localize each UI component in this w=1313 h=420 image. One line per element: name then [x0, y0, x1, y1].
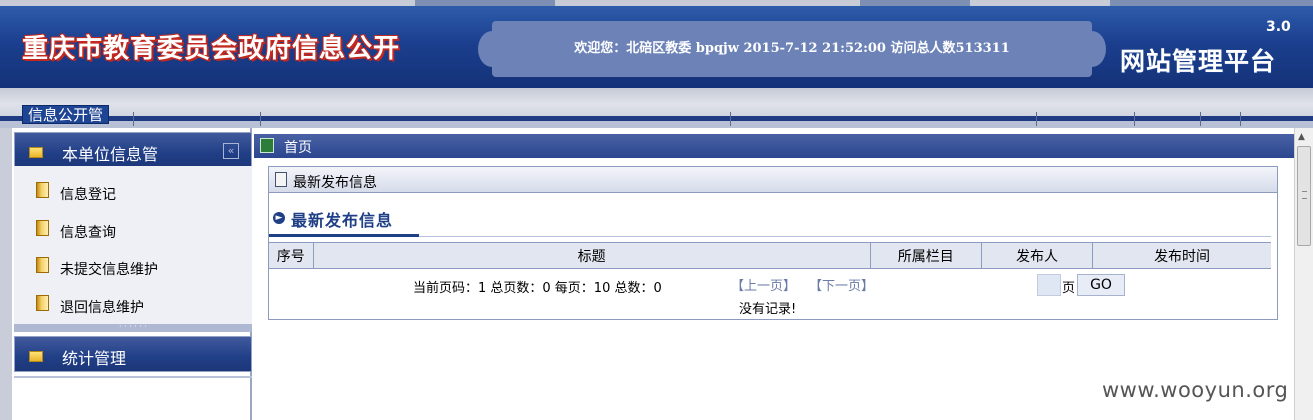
sidebar-item-label: 信息查询 [60, 225, 116, 241]
tab-info-public[interactable]: 信息公开管 [22, 105, 110, 124]
subtitle-text: 最新发布信息 [291, 211, 394, 230]
breadcrumb: 首页 [254, 134, 1294, 158]
panel-title: 最新发布信息 [293, 175, 377, 191]
platform-logo: 网站管理平台 [1120, 47, 1277, 76]
sidebar-splitter[interactable]: · · · · · · [14, 323, 252, 332]
next-page-link[interactable]: 【下一页】 [809, 275, 874, 294]
prev-page-link[interactable]: 【上一页】 [731, 275, 796, 294]
table-header-row: 序号 标题 所属栏目 发布人 发布时间 [269, 242, 1271, 269]
page-number-input[interactable] [1037, 274, 1061, 296]
go-button[interactable]: GO [1077, 274, 1125, 296]
sidebar-section-label: 本单位信息管 [62, 145, 159, 164]
arrow-right-icon: ► [273, 212, 285, 224]
vertical-scrollbar[interactable]: ▲ [1294, 128, 1313, 420]
column-header-publish-time: 发布时间 [1092, 242, 1271, 269]
column-header-title: 标题 [313, 242, 871, 269]
sidebar-item-label: 信息登记 [60, 187, 116, 203]
empty-message: 没有记录! [739, 302, 797, 317]
book-icon [36, 182, 49, 198]
document-icon [275, 172, 287, 187]
info-table: 序号 标题 所属栏目 发布人 发布时间 [269, 242, 1271, 269]
column-header-publisher: 发布人 [981, 242, 1094, 269]
site-title: 重庆市教育委员会政府信息公开 [22, 34, 401, 64]
page-label: 页 [1062, 281, 1076, 296]
scroll-up-icon[interactable]: ▲ [1298, 132, 1305, 142]
sidebar-item-label: 未提交信息维护 [60, 262, 158, 278]
home-icon [260, 138, 274, 153]
book-icon [36, 257, 49, 273]
panel-header: 最新发布信息 [269, 167, 1277, 193]
scrollbar-thumb[interactable] [1297, 146, 1311, 246]
pager-info: 当前页码：1 总页数：0 每页：10 总数：0 [413, 281, 662, 296]
sidebar-section-statistics[interactable]: 统计管理 [14, 336, 252, 372]
folder-icon [29, 351, 43, 362]
book-icon [36, 295, 49, 311]
column-header-index: 序号 [269, 242, 314, 269]
watermark: www.wooyun.org [1102, 378, 1289, 402]
sidebar-item-label: 退回信息维护 [60, 300, 144, 316]
book-icon [36, 220, 49, 236]
sidebar: 本单位信息管 « 信息登记 信息查询 未提交信息维护 退回信息维护 · · · … [0, 128, 252, 420]
pager: 当前页码：1 总页数：0 每页：10 总数：0 【上一页】 【下一页】 页 GO [269, 274, 1271, 296]
tab-bar: 信息公开管 [0, 88, 1313, 128]
main-content: 首页 最新发布信息 ► 最新发布信息 序号 标题 所属栏目 发布人 发布时间 当… [254, 128, 1294, 420]
sidebar-menu: 信息登记 信息查询 未提交信息维护 退回信息维护 [14, 166, 252, 324]
breadcrumb-home[interactable]: 首页 [284, 137, 312, 157]
column-header-category: 所属栏目 [870, 242, 982, 269]
version-label: 3.0 [1266, 19, 1291, 35]
sidebar-section-label: 统计管理 [62, 349, 127, 368]
welcome-banner: 欢迎您：北碚区教委 bpqjw 2015-7-12 21:52:00 访问总人数… [478, 21, 1106, 77]
latest-info-panel: 最新发布信息 ► 最新发布信息 序号 标题 所属栏目 发布人 发布时间 当前页码… [268, 166, 1278, 320]
sidebar-section-unit-info[interactable]: 本单位信息管 « [14, 132, 252, 168]
collapse-icon[interactable]: « [223, 143, 239, 159]
folder-icon [29, 147, 43, 158]
welcome-text: 欢迎您：北碚区教委 bpqjw 2015-7-12 21:52:00 访问总人数… [574, 41, 1010, 56]
site-header: 重庆市教育委员会政府信息公开 欢迎您：北碚区教委 bpqjw 2015-7-12… [0, 6, 1313, 88]
